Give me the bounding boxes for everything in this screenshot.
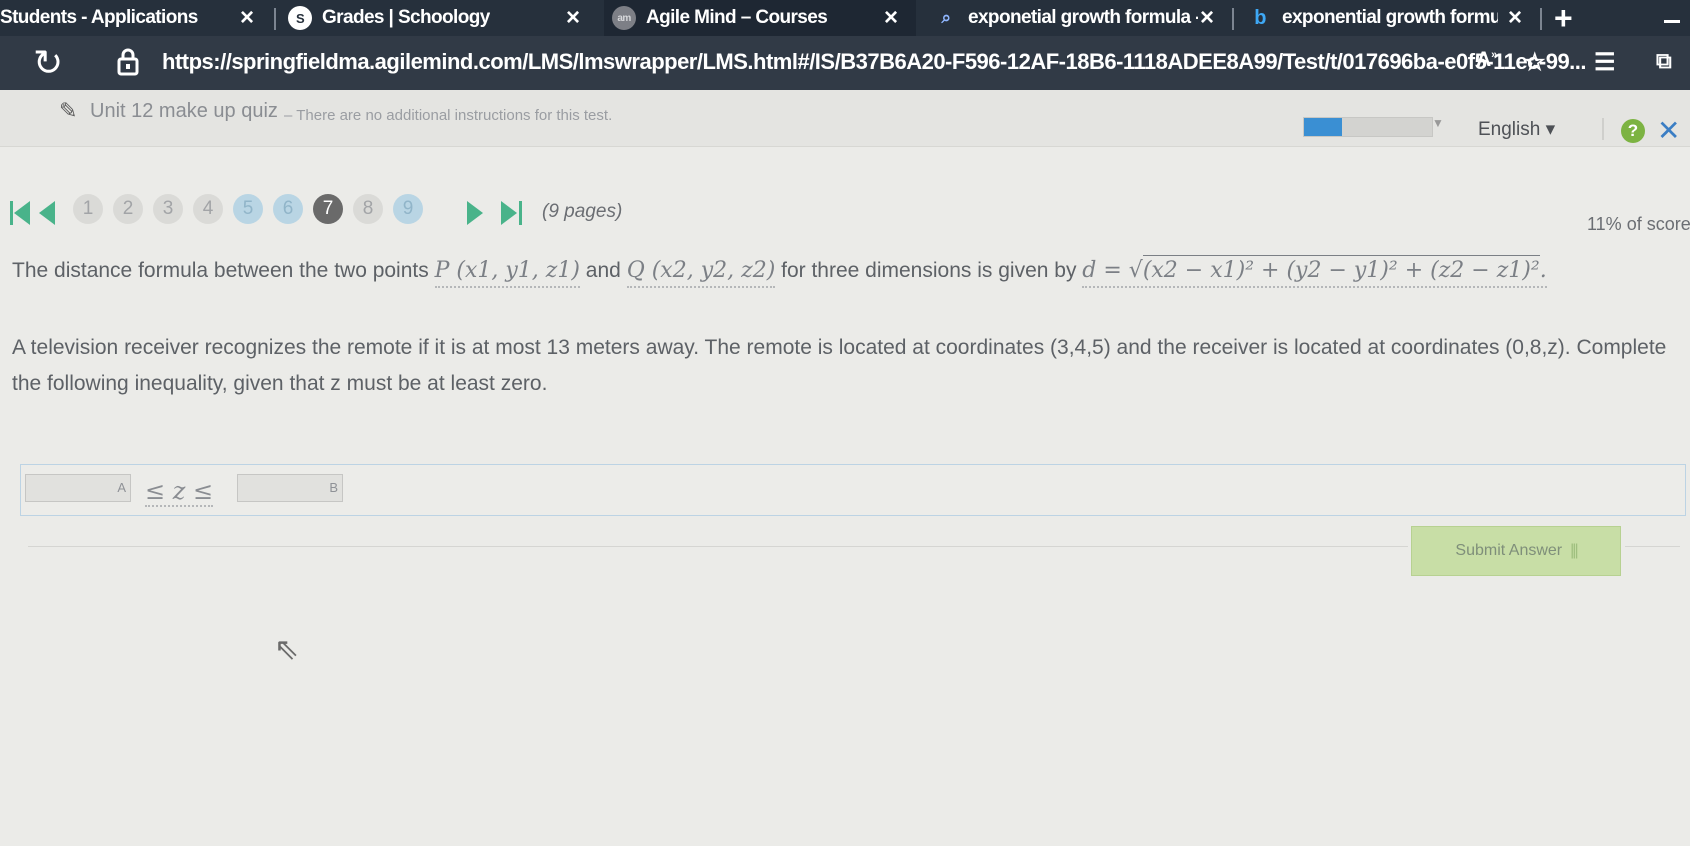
progress-bar (1303, 117, 1433, 137)
search-icon: ⌕ (941, 8, 952, 27)
add-favorite-icon[interactable]: ☆ (1524, 48, 1546, 77)
minimize-button[interactable] (1664, 20, 1680, 23)
page-number-8[interactable]: 8 (353, 194, 383, 224)
point-p: P (x1, y1, z1) (434, 258, 580, 288)
point-q: Q (x2, y2, z2) (626, 258, 776, 288)
previous-page-icon[interactable] (38, 200, 56, 226)
input-a-label: A (117, 480, 126, 495)
header-divider (1602, 118, 1604, 140)
question-formula-intro: for three dimensions is given by (781, 259, 1077, 282)
tab-agile-mind[interactable]: am Agile Mind – Courses (604, 0, 916, 36)
formula-lhs: d = (1082, 258, 1122, 283)
lock-icon[interactable] (117, 48, 139, 76)
browser-tab-bar: Students - Applications × S Grades | Sch… (0, 0, 1690, 36)
tab-title: exponential growth formula (1282, 7, 1498, 28)
tab-search-exponetial[interactable]: ⌕ exponetial growth formula - (934, 0, 1198, 36)
tab-close-icon[interactable]: × (1508, 4, 1522, 32)
new-tab-button[interactable]: + (1554, 0, 1573, 37)
reload-icon[interactable]: ↻ (33, 42, 63, 84)
quiz-instructions: – There are no additional instructions f… (284, 107, 613, 124)
page-number-4[interactable]: 4 (193, 194, 223, 224)
address-bar: ↻ https://springfieldma.agilemind.com/LM… (0, 36, 1690, 90)
progress-fill (1304, 118, 1343, 136)
tab-title: Students - Applications (0, 7, 198, 28)
pages-count: (9 pages) (542, 201, 623, 222)
tab-separator (274, 8, 276, 30)
tab-close-icon[interactable]: × (566, 4, 580, 32)
submit-answer-button[interactable]: Submit Answer ||| (1411, 526, 1621, 576)
language-select[interactable]: English ▾ (1478, 118, 1555, 141)
answer-input-b[interactable]: B (237, 474, 343, 502)
answer-input-a[interactable]: A (25, 474, 131, 502)
progress-dropdown-icon[interactable]: ▼ (1432, 116, 1444, 130)
collections-icon[interactable]: ⧉ (1656, 48, 1672, 74)
help-icon[interactable]: ? (1621, 119, 1645, 143)
next-page-icon[interactable] (466, 200, 484, 226)
page-number-7[interactable]: 7 (313, 194, 343, 224)
tab-schoology[interactable]: S Grades | Schoology (288, 0, 568, 36)
tab-students-applications[interactable]: Students - Applications (0, 0, 240, 36)
close-icon[interactable]: ✕ (1657, 114, 1680, 147)
submit-label: Submit Answer (1455, 542, 1563, 559)
quiz-title: Unit 12 make up quiz (90, 100, 278, 122)
input-b-label: B (329, 480, 338, 495)
page-number-6[interactable]: 6 (273, 194, 303, 224)
quiz-header: ✎ Unit 12 make up quiz – There are no ad… (0, 90, 1690, 147)
tab-title: exponetial growth formula - (968, 7, 1198, 28)
question-intro: The distance formula between the two poi… (12, 259, 429, 282)
language-label: English (1478, 119, 1541, 140)
last-page-icon[interactable] (500, 200, 522, 226)
schoology-icon: S (288, 6, 312, 30)
page-number-5[interactable]: 5 (233, 194, 263, 224)
tab-separator (1540, 8, 1542, 30)
page-number-2[interactable]: 2 (113, 194, 143, 224)
first-page-icon[interactable] (10, 200, 32, 226)
question-prompt: A television receiver recognizes the rem… (12, 336, 1667, 395)
page-number-1[interactable]: 1 (73, 194, 103, 224)
formula-radicand: (x2 − x1)² + (y2 − y1)² + (z2 − z1)² (1142, 255, 1540, 283)
conjunction: and (585, 259, 621, 282)
tab-close-icon[interactable]: × (1200, 4, 1214, 32)
page-number-3[interactable]: 3 (153, 194, 183, 224)
divider (1625, 546, 1680, 547)
quiz-tag-icon: ✎ (59, 98, 78, 123)
answer-area: A ≤ z ≤ B (20, 464, 1686, 516)
favorites-icon[interactable]: ☰ (1594, 48, 1616, 77)
divider (28, 546, 1408, 547)
url-field[interactable]: https://springfieldma.agilemind.com/LMS/… (162, 49, 1587, 75)
tab-close-icon[interactable]: × (884, 4, 898, 32)
tab-title: Agile Mind – Courses (646, 7, 828, 28)
page-number-9[interactable]: 9 (393, 194, 423, 224)
page-navigation: 123456789 (9 pages) (10, 194, 670, 230)
question-line-formula: The distance formula between the two poi… (12, 255, 1547, 288)
agilemind-icon: am (612, 6, 636, 30)
grip-icon: ||| (1570, 542, 1579, 559)
distance-formula: d = √(x2 − x1)² + (y2 − y1)² + (z2 − z1)… (1082, 255, 1547, 288)
mouse-cursor-icon: ⇖ (274, 633, 300, 666)
score-label: 11% of score (1587, 214, 1690, 234)
bing-icon: b (1254, 6, 1266, 29)
formula-end: . (1539, 258, 1547, 283)
tab-separator (1232, 8, 1234, 30)
tab-title: Grades | Schoology (322, 7, 490, 28)
page-content: ✎ Unit 12 make up quiz – There are no ad… (0, 90, 1690, 846)
inequality-text: ≤ z ≤ (145, 477, 214, 507)
read-aloud-icon[interactable]: A» (1476, 48, 1497, 72)
tab-close-icon[interactable]: × (240, 4, 254, 32)
tab-bing-exponential[interactable]: b exponential growth formula (1248, 0, 1498, 36)
